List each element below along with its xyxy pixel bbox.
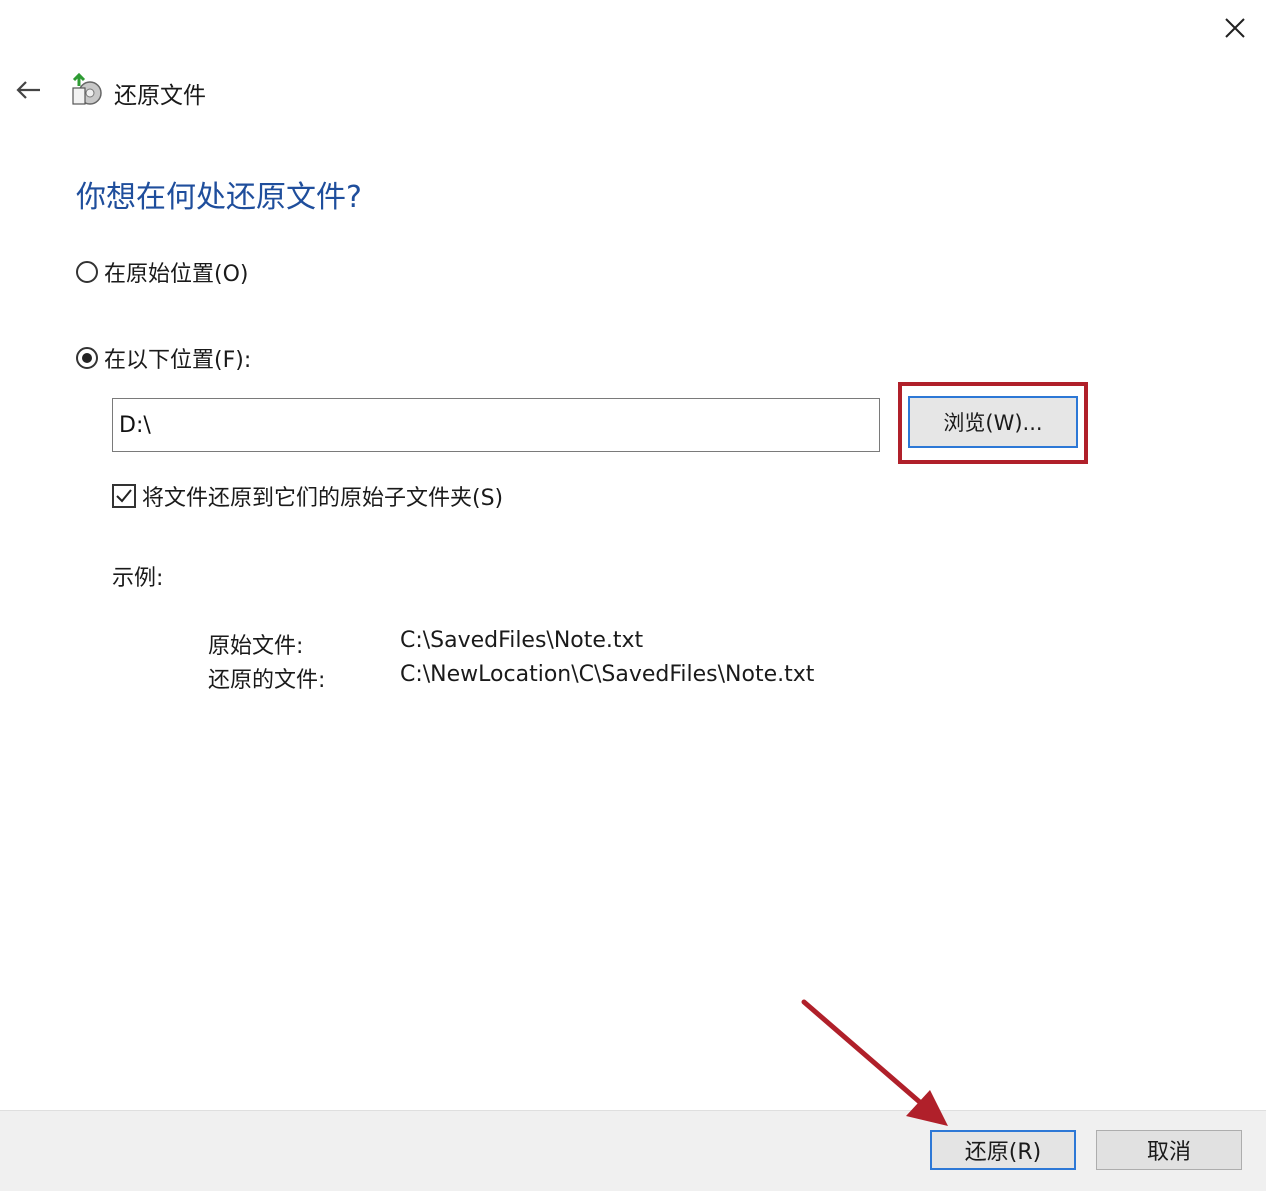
back-button[interactable] [10,72,46,108]
radio-following-location[interactable]: 在以下位置(F): [76,342,251,374]
close-button[interactable] [1210,10,1260,46]
example-restored-value: C:\NewLocation\C\SavedFiles\Note.txt [400,662,815,687]
radio-original-location[interactable]: 在原始位置(O) [76,256,248,288]
example-label: 示例: [112,566,164,591]
radio-following-location-label: 在以下位置(F): [104,348,252,373]
example-original-value: C:\SavedFiles\Note.txt [400,628,644,653]
cancel-button-label: 取消 [1146,1140,1191,1165]
close-icon [1225,18,1245,38]
browse-button[interactable]: 浏览(W)... [908,396,1078,448]
page-heading: 你想在何处还原文件? [76,180,362,215]
back-arrow-icon [16,81,40,99]
restore-files-icon [70,72,106,108]
restore-button[interactable]: 还原(R) [930,1130,1076,1170]
window-title: 还原文件 [114,83,206,109]
example-original-key: 原始文件: [208,634,304,659]
example-restored-key: 还原的文件: [208,668,326,693]
subfolder-checkbox-label: 将文件还原到它们的原始子文件夹(S) [142,486,504,511]
checkmark-icon [116,489,132,503]
radio-indicator[interactable] [76,261,98,283]
restore-button-label: 还原(R) [964,1140,1042,1165]
subfolder-checkbox-row[interactable]: 将文件还原到它们的原始子文件夹(S) [112,480,503,512]
subfolder-checkbox[interactable] [112,484,136,508]
radio-indicator-selected[interactable] [76,347,98,369]
browse-button-label: 浏览(W)... [943,411,1043,435]
radio-original-location-label: 在原始位置(O) [104,262,249,287]
cancel-button[interactable]: 取消 [1096,1130,1242,1170]
footer-bar [0,1110,1266,1191]
path-input[interactable] [112,398,880,452]
